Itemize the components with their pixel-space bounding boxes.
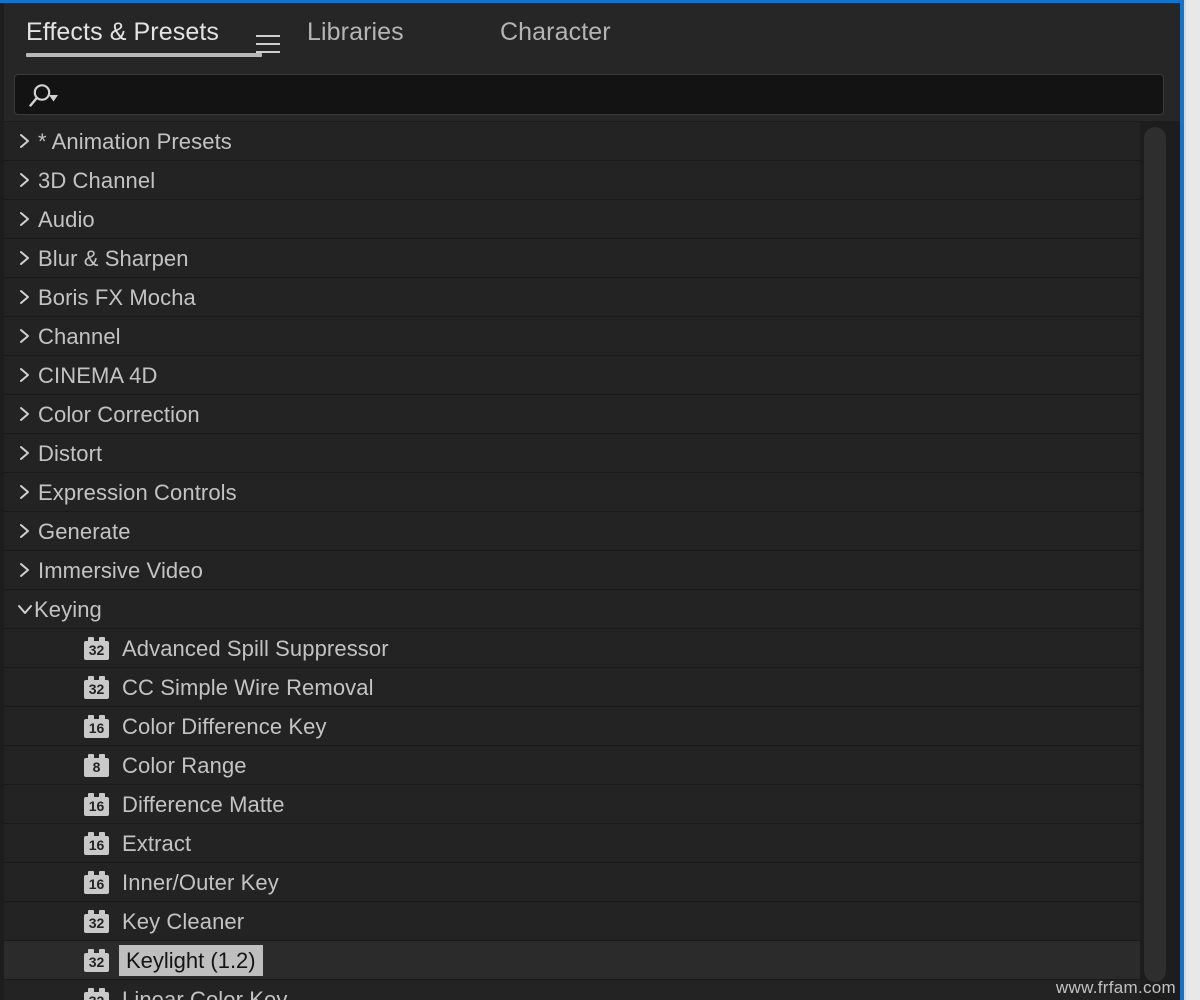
effect-list-item[interactable]: 32 CC Simple Wire Removal (4, 668, 1140, 707)
search-input[interactable] (73, 75, 1157, 116)
tree-group-row[interactable]: Blur & Sharpen (4, 239, 1140, 278)
tab-effects-and-presets[interactable]: Effects & Presets (26, 15, 280, 59)
bit-depth-value: 16 (88, 798, 105, 814)
effect-name: Inner/Outer Key (122, 870, 279, 895)
bit-depth-badge-icon: 16 (84, 715, 109, 738)
chevron-right-icon[interactable] (16, 171, 34, 189)
effect-name: Extract (122, 831, 192, 856)
app-root: Effects & Presets Libraries Character * … (0, 0, 1200, 1000)
effect-list-item[interactable]: 32 Key Cleaner (4, 902, 1140, 941)
bit-depth-badge-icon: 16 (84, 871, 109, 894)
tree-group-label: CINEMA 4D (38, 363, 158, 388)
effect-list-item[interactable]: 32 Linear Color Key (4, 980, 1140, 1000)
effects-and-presets-panel: Effects & Presets Libraries Character * … (0, 3, 1180, 1000)
chevron-right-icon[interactable] (16, 366, 34, 384)
tree-group-row-keying[interactable]: Keying (4, 590, 1140, 629)
chevron-right-icon[interactable] (16, 210, 34, 228)
chevron-right-icon[interactable] (16, 249, 34, 267)
bit-depth-badge-icon: 8 (84, 754, 109, 777)
tab-libraries[interactable]: Libraries (307, 15, 404, 59)
bit-depth-value: 16 (88, 720, 105, 736)
tree-group-row[interactable]: Color Correction (4, 395, 1140, 434)
bit-depth-value: 32 (88, 642, 105, 658)
chevron-right-icon[interactable] (16, 132, 34, 150)
bit-depth-badge-icon: 32 (84, 910, 109, 933)
tree-group-row[interactable]: CINEMA 4D (4, 356, 1140, 395)
bit-depth-badge-icon: 32 (84, 949, 109, 972)
effect-name: Difference Matte (122, 792, 285, 817)
vertical-scrollbar-thumb[interactable] (1144, 127, 1166, 982)
tree-group-row[interactable]: Generate (4, 512, 1140, 551)
tree-group-label: Audio (38, 207, 95, 232)
effect-name: Color Range (122, 753, 247, 778)
tree-group-row[interactable]: 3D Channel (4, 161, 1140, 200)
page-background (1186, 0, 1200, 1000)
effect-name: Color Difference Key (122, 714, 327, 739)
search-icon[interactable] (29, 83, 65, 109)
tab-libraries-label: Libraries (307, 18, 404, 46)
tab-effects-and-presets-label: Effects & Presets (26, 18, 219, 46)
effects-tree-list[interactable]: * Animation Presets 3D Channel Audio Blu… (4, 122, 1180, 1000)
tree-group-row[interactable]: Distort (4, 434, 1140, 473)
bit-depth-value: 16 (88, 837, 105, 853)
watermark: www.frfam.com (1055, 978, 1176, 997)
chevron-right-icon[interactable] (16, 327, 34, 345)
tab-character[interactable]: Character (500, 15, 611, 59)
bit-depth-value: 16 (88, 876, 105, 892)
bit-depth-value: 32 (88, 915, 105, 931)
chevron-right-icon[interactable] (16, 405, 34, 423)
tree-group-label: Color Correction (38, 402, 200, 427)
bit-depth-badge-icon: 32 (84, 676, 109, 699)
tree-group-label: Generate (38, 519, 131, 544)
effect-list-item[interactable]: 32 Advanced Spill Suppressor (4, 629, 1140, 668)
tree-group-label: Blur & Sharpen (38, 246, 189, 271)
chevron-down-icon[interactable] (16, 600, 34, 618)
bit-depth-value: 32 (88, 954, 105, 970)
tree-group-label: Immersive Video (38, 558, 203, 583)
chevron-right-icon[interactable] (16, 522, 34, 540)
effect-name: CC Simple Wire Removal (122, 675, 374, 700)
tree-group-label: Distort (38, 441, 103, 466)
tree-group-row[interactable]: * Animation Presets (4, 122, 1140, 161)
bit-depth-badge-icon: 32 (84, 988, 109, 1000)
bit-depth-value: 32 (88, 681, 105, 697)
tree-group-row[interactable]: Expression Controls (4, 473, 1140, 512)
tree-group-row[interactable]: Audio (4, 200, 1140, 239)
tree-group-row[interactable]: Channel (4, 317, 1140, 356)
effect-list-item[interactable]: 16 Difference Matte (4, 785, 1140, 824)
effect-list-item[interactable]: 16 Inner/Outer Key (4, 863, 1140, 902)
tree-group-label: Expression Controls (38, 480, 237, 505)
chevron-right-icon[interactable] (16, 561, 34, 579)
effect-name: Keylight (1.2) (119, 945, 263, 976)
search-bar-container (4, 69, 1180, 121)
bit-depth-value: 32 (84, 992, 109, 1000)
tree-group-label: Keying (34, 597, 102, 622)
search-box[interactable] (14, 74, 1164, 116)
effect-list-item[interactable]: 16 Extract (4, 824, 1140, 863)
tree-group-label: 3D Channel (38, 168, 156, 193)
effect-name: Advanced Spill Suppressor (122, 636, 389, 661)
tree-group-label: Channel (38, 324, 121, 349)
effect-name: Linear Color Key (122, 987, 288, 1000)
hamburger-menu-icon[interactable] (256, 35, 280, 53)
tree-group-row[interactable]: Boris FX Mocha (4, 278, 1140, 317)
chevron-right-icon[interactable] (16, 288, 34, 306)
panel-tab-bar: Effects & Presets Libraries Character (4, 3, 1180, 69)
bit-depth-badge-icon: 16 (84, 832, 109, 855)
tree-group-label: * Animation Presets (38, 129, 232, 154)
chevron-right-icon[interactable] (16, 444, 34, 462)
bit-depth-value: 8 (92, 759, 101, 775)
effect-name: Key Cleaner (122, 909, 245, 934)
tree-group-row[interactable]: Immersive Video (4, 551, 1140, 590)
active-tab-underline (26, 53, 262, 57)
bit-depth-badge-icon: 32 (84, 637, 109, 660)
chevron-right-icon[interactable] (16, 483, 34, 501)
tree-group-label: Boris FX Mocha (38, 285, 196, 310)
effect-list-item-selected[interactable]: 32 Keylight (1.2) (4, 941, 1140, 980)
effect-list-item[interactable]: 16 Color Difference Key (4, 707, 1140, 746)
effect-list-item[interactable]: 8 Color Range (4, 746, 1140, 785)
tab-character-label: Character (500, 18, 611, 46)
bit-depth-badge-icon: 16 (84, 793, 109, 816)
